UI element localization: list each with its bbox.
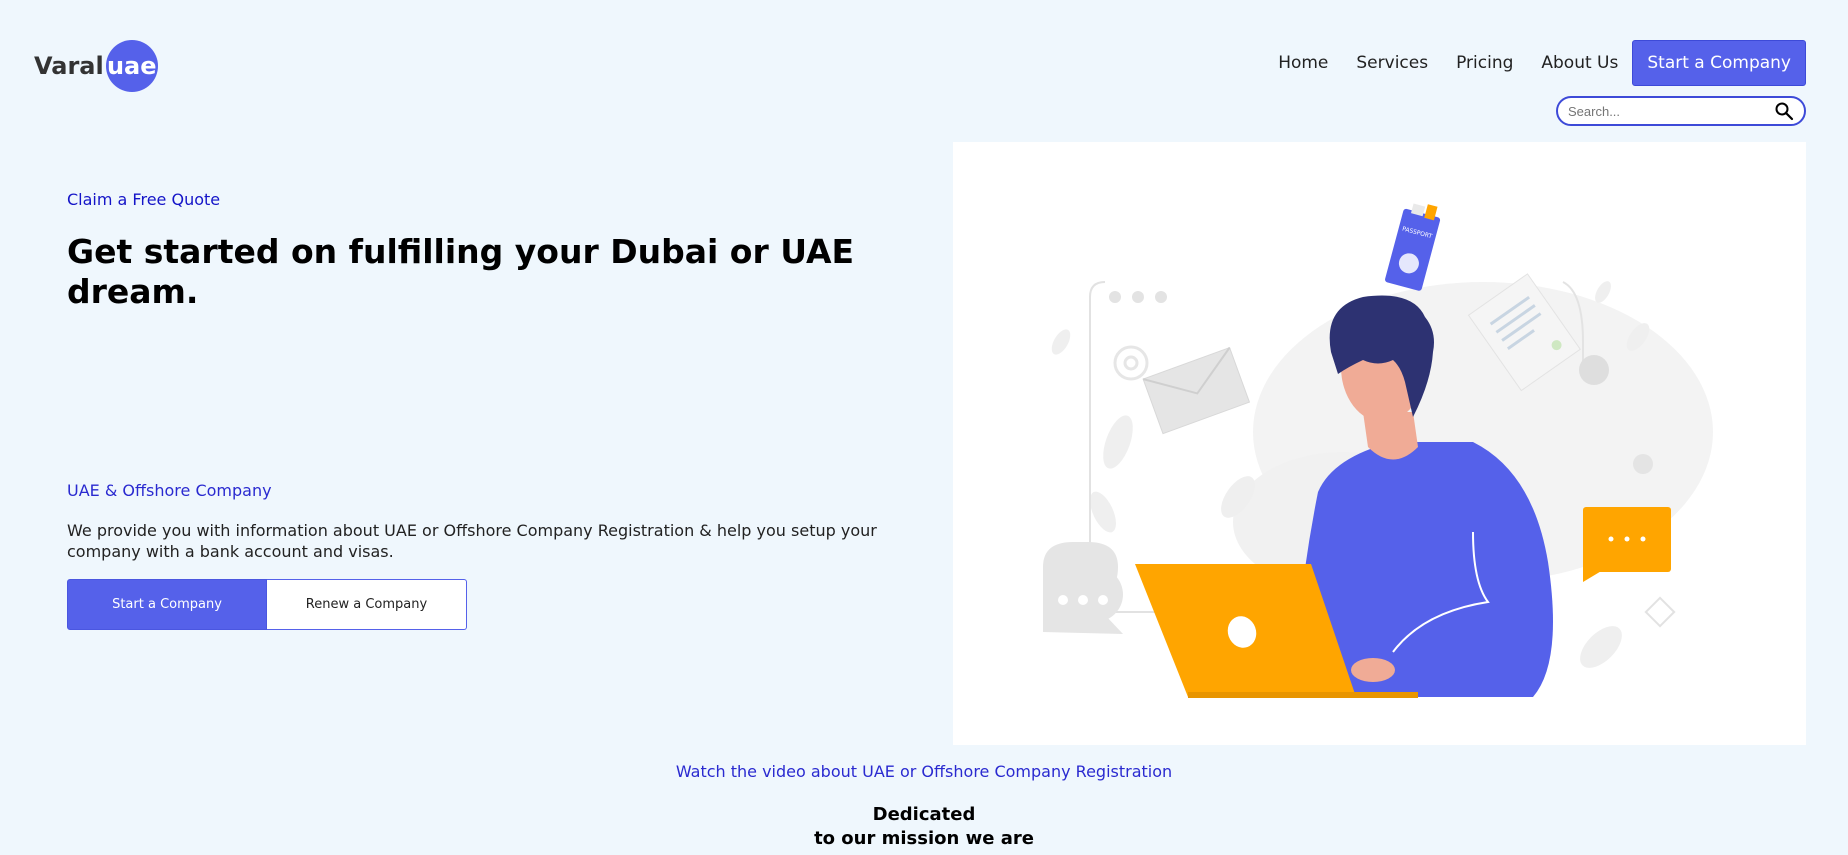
nav-start-company-button[interactable]: Start a Company [1632, 40, 1806, 86]
logo-text: Varal [34, 52, 104, 80]
main-nav: Home Services Pricing About Us Start a C… [1250, 40, 1806, 86]
renew-company-button[interactable]: Renew a Company [267, 579, 467, 630]
claim-quote-link[interactable]: Claim a Free Quote [67, 190, 220, 209]
search-bar [1556, 96, 1806, 126]
mission-line-1: Dedicated [872, 804, 976, 825]
hero-illustration: PASSPORT [953, 142, 1806, 745]
start-company-button[interactable]: Start a Company [67, 579, 267, 630]
hero-cta-group: Start a Company Renew a Company [67, 579, 467, 630]
hero-subheading: UAE & Offshore Company [67, 481, 272, 500]
logo-badge: uae [105, 40, 158, 92]
mission-line-2: to our mission we are [814, 828, 1034, 849]
hero-description: We provide you with information about UA… [67, 521, 877, 561]
mission-heading: Dedicated to our mission we are [0, 803, 1848, 851]
logo[interactable]: Varal uae [34, 40, 158, 92]
nav-home[interactable]: Home [1278, 53, 1328, 73]
hero-title: Get started on fulfilling your Dubai or … [67, 232, 855, 311]
nav-services[interactable]: Services [1356, 53, 1428, 73]
person-laptop-illustration: PASSPORT [1043, 203, 1713, 698]
nav-pricing[interactable]: Pricing [1456, 53, 1513, 73]
nav-about-us[interactable]: About Us [1541, 53, 1618, 73]
search-icon[interactable] [1774, 101, 1794, 121]
search-input[interactable] [1568, 103, 1774, 119]
watch-video-link[interactable]: Watch the video about UAE or Offshore Co… [0, 762, 1848, 781]
